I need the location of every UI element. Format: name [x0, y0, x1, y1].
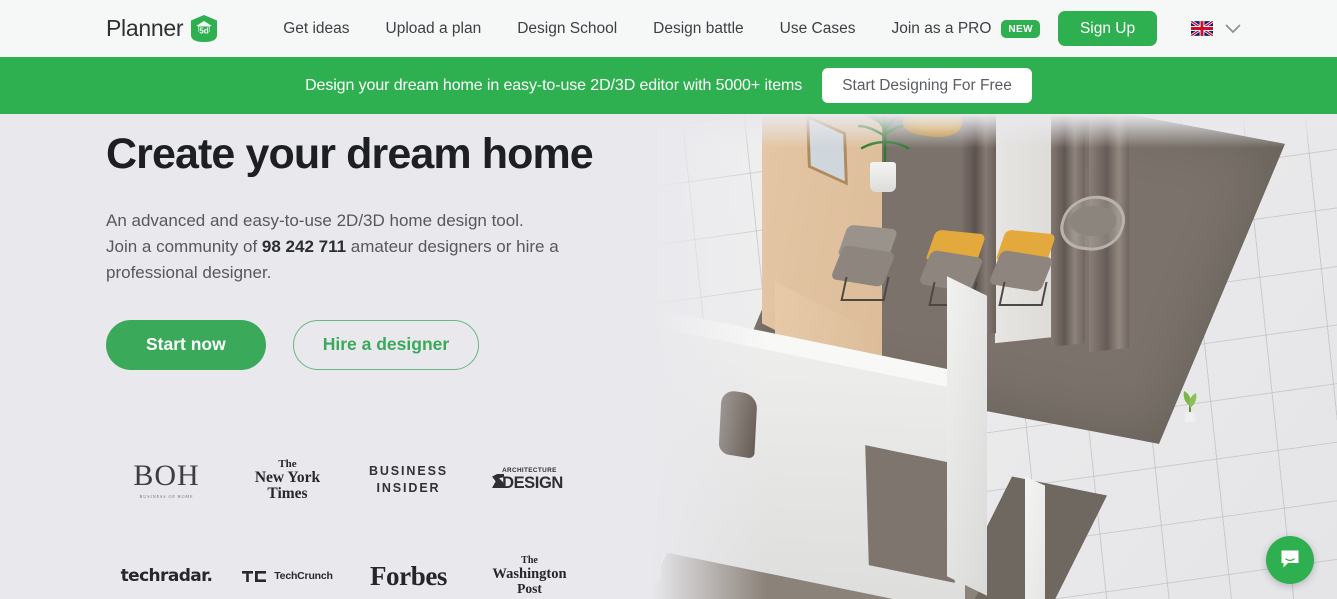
boh-subtitle: BUSINESS OF HOME [139, 494, 194, 499]
render-top-fade [607, 114, 1337, 148]
techcrunch-mark-icon [242, 570, 268, 582]
render-chair-3 [988, 229, 1057, 306]
render-chair-1 [830, 224, 899, 301]
chat-launcher-button[interactable] [1266, 536, 1314, 584]
press-logo-business-insider[interactable]: BUSINESS INSIDER [348, 432, 469, 528]
forbes-mark: Forbes [369, 560, 448, 591]
boh-mark: BOH [133, 459, 200, 492]
press-logos: BOH BUSINESS OF HOME The New York Times … [106, 432, 606, 599]
press-logos-row-1: BOH BUSINESS OF HOME The New York Times … [106, 432, 606, 528]
hire-a-designer-button[interactable]: Hire a designer [292, 320, 480, 370]
site-header: Planner 5d Get ideas Upload a plan Desig… [0, 0, 1337, 57]
press-logos-row-2: techradar. TechCrunch Forbes The Washing… [106, 528, 606, 599]
start-now-button[interactable]: Start now [106, 320, 266, 370]
nyt-line-2: New York [254, 468, 321, 486]
press-logo-architecture-design[interactable]: ARCHITECTURE DESIGN [469, 432, 590, 528]
uk-flag-icon [1191, 21, 1214, 36]
hero-cta-row: Start now Hire a designer [106, 320, 593, 370]
sign-up-button[interactable]: Sign Up [1057, 10, 1158, 47]
community-count: 98 242 711 [261, 237, 347, 257]
chevron-down-icon [1225, 24, 1241, 34]
render-plant-pot [870, 162, 896, 192]
press-logo-techcrunch[interactable]: TechCrunch [227, 528, 348, 599]
press-logo-techradar[interactable]: techradar. [106, 528, 227, 599]
page-root: Planner 5d Get ideas Upload a plan Desig… [0, 0, 1337, 599]
svg-text:5d: 5d [199, 26, 209, 35]
planner-5d-house-icon: 5d [189, 14, 219, 43]
press-logo-boh[interactable]: BOH BUSINESS OF HOME [106, 432, 227, 528]
main-navigation: Get ideas Upload a plan Design School De… [265, 19, 1040, 38]
start-designing-for-free-button[interactable]: Start Designing For Free [822, 67, 1032, 104]
wapo-line-2: Washington [492, 565, 567, 582]
hero-subtitle: An advanced and easy-to-use 2D/3D home d… [106, 208, 593, 286]
hero-subtitle-line2-post: amateur designers or hire a [346, 237, 559, 257]
nyt-line-3: Times [267, 484, 308, 502]
chat-bubble-icon [1279, 548, 1301, 573]
render-sheer-curtain [995, 114, 1055, 344]
nav-item-upload-a-plan[interactable]: Upload a plan [368, 21, 500, 37]
render-divider-wall [1025, 476, 1045, 599]
techcrunch-wordmark: TechCrunch [274, 570, 333, 582]
press-logo-washington-post[interactable]: The Washington Post [469, 528, 590, 599]
nav-item-get-ideas[interactable]: Get ideas [265, 21, 367, 37]
nav-item-join-as-a-pro[interactable]: Join as a PRO [873, 21, 997, 37]
press-logo-forbes[interactable]: Forbes [348, 528, 469, 599]
techradar-mark: techradar. [120, 566, 213, 586]
render-doorway [865, 445, 955, 583]
nav-item-design-school[interactable]: Design School [499, 21, 635, 37]
render-small-plant-icon [1180, 386, 1200, 422]
hero-copy: Create your dream home An advanced and e… [106, 114, 594, 370]
nav-item-join-as-a-pro-label: Join as a PRO [891, 19, 992, 37]
nav-item-use-cases[interactable]: Use Cases [762, 21, 874, 37]
new-badge: NEW [1001, 19, 1040, 38]
hero-section: Create your dream home An advanced and e… [0, 114, 1337, 599]
hero-subtitle-line2-pre: Join a community of [106, 237, 262, 257]
language-selector[interactable] [1191, 21, 1241, 36]
press-logo-new-york-times[interactable]: The New York Times [227, 432, 348, 528]
hero-subtitle-line3: professional designer. [106, 263, 272, 283]
render-right-wall [947, 276, 987, 596]
logo-text: Planner [106, 15, 184, 41]
render-left-fade [607, 114, 767, 599]
hero-subtitle-line1: An advanced and easy-to-use 2D/3D home d… [106, 211, 524, 231]
logo[interactable]: Planner 5d [106, 14, 219, 43]
nav-item-design-battle[interactable]: Design battle [635, 21, 761, 37]
wapo-line-1: The [521, 555, 538, 567]
bi-line-1: BUSINESS [368, 464, 449, 479]
promo-banner: Design your dream home in easy-to-use 2D… [0, 57, 1337, 114]
archd-line-2: DESIGN [502, 474, 563, 493]
bi-line-2: INSIDER [376, 481, 441, 495]
promo-banner-text: Design your dream home in easy-to-use 2D… [305, 76, 803, 94]
hero-3d-room-render [607, 114, 1337, 599]
page-title: Create your dream home [106, 130, 594, 178]
wapo-line-3: Post [517, 580, 542, 596]
